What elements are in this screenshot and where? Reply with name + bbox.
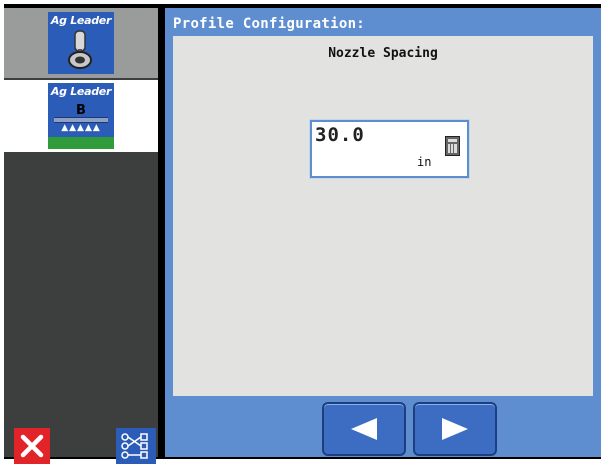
- ag-leader-boom-logo: Ag Leader B ▲▲▲▲▲: [48, 83, 114, 149]
- cancel-button[interactable]: [14, 428, 50, 464]
- toggle-switch-icon: [68, 30, 92, 69]
- sidebar: Ag Leader Ag Leader B ▲▲▲▲▲: [4, 8, 158, 464]
- ag-leader-toggle-logo: Ag Leader: [48, 12, 114, 74]
- nozzle-spacing-value: 30.0: [315, 124, 365, 146]
- sidebar-item-toggle[interactable]: Ag Leader: [4, 8, 158, 78]
- nozzle-spacing-unit: in: [417, 155, 432, 169]
- arrow-right-icon: [442, 418, 468, 440]
- next-button[interactable]: [413, 402, 497, 456]
- close-icon: [20, 434, 44, 458]
- boom-letter: B: [76, 103, 86, 118]
- ag-leader-logo-text: Ag Leader: [50, 85, 112, 98]
- previous-button[interactable]: [322, 402, 406, 456]
- content-area: Nozzle Spacing 30.0 in: [173, 36, 593, 396]
- diagnostics-button[interactable]: [116, 428, 156, 464]
- sidebar-item-boom-sprayer[interactable]: Ag Leader B ▲▲▲▲▲: [4, 80, 158, 152]
- nozzle-spacing-field[interactable]: 30.0 in: [310, 120, 469, 178]
- page-title: Profile Configuration:: [173, 16, 366, 32]
- ag-leader-logo-text: Ag Leader: [50, 14, 112, 27]
- spray-pattern-icon: ▲▲▲▲▲: [61, 123, 101, 133]
- main-panel: Profile Configuration: Nozzle Spacing 30…: [165, 8, 601, 457]
- network-diagram-icon: [121, 433, 148, 459]
- section-title: Nozzle Spacing: [328, 46, 438, 61]
- calculator-icon[interactable]: [445, 136, 460, 156]
- arrow-left-icon: [351, 418, 377, 440]
- field-ground-icon: [48, 137, 114, 149]
